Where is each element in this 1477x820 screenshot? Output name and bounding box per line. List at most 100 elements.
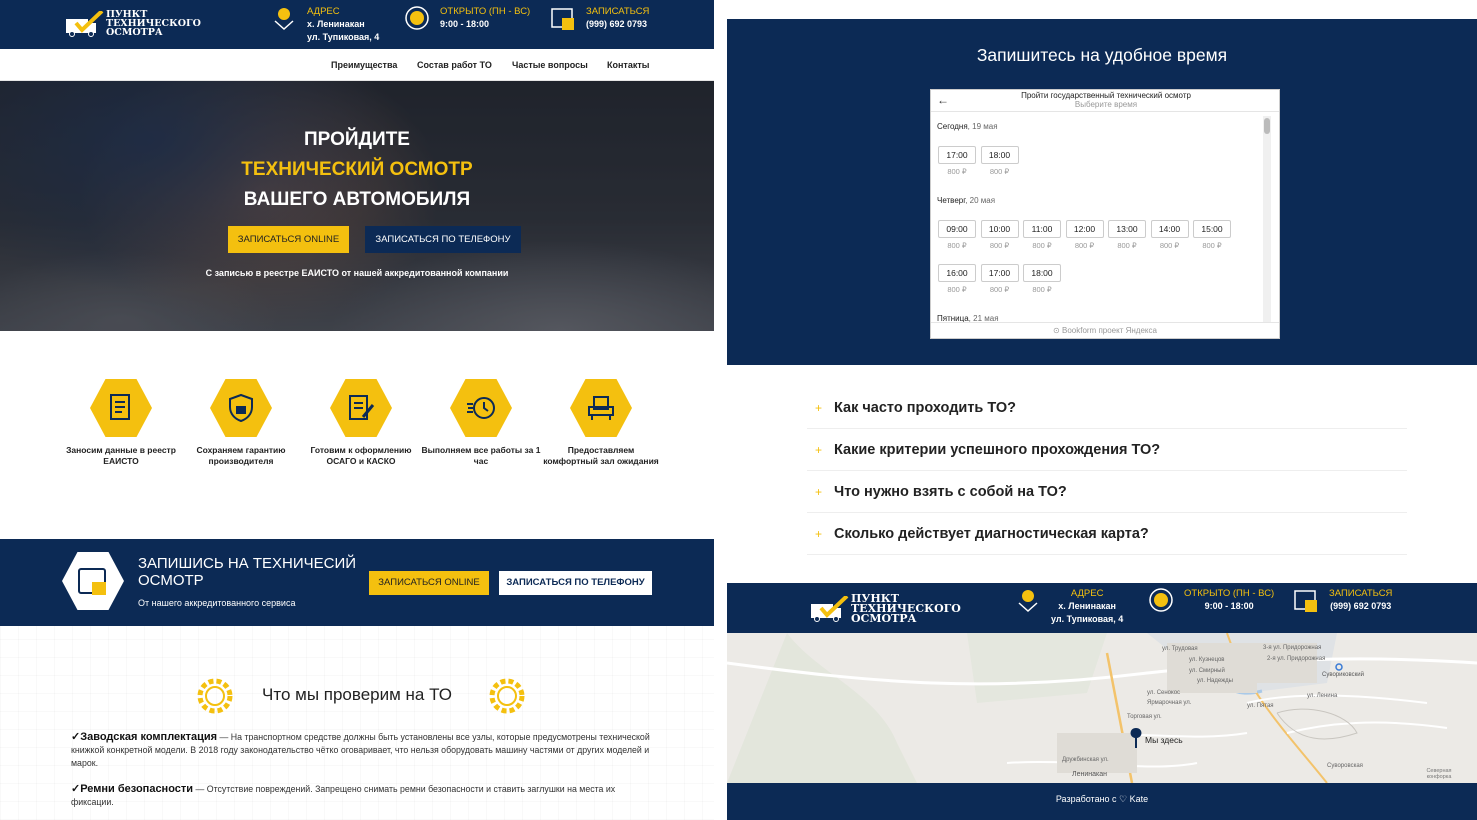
day-heading: Четверг, 20 мая bbox=[937, 196, 996, 205]
main-nav: Преимущества Состав работ ТО Частые вопр… bbox=[0, 49, 714, 81]
checks-section: Что мы проверим на ТО ✓Заводская комплек… bbox=[0, 626, 714, 820]
booking-block[interactable]: ЗАПИСАТЬСЯ (999) 692 0793 bbox=[550, 5, 649, 31]
calendar-icon bbox=[78, 568, 106, 595]
time-slot-time[interactable]: 15:00 bbox=[1193, 220, 1231, 238]
time-slot[interactable]: 09:00 800 ₽ bbox=[938, 220, 976, 250]
time-slot[interactable]: 17:00 800 ₽ bbox=[980, 264, 1019, 294]
truck-check-icon bbox=[811, 596, 849, 622]
cta-banner: Запишись на техничесий осмотр От нашего … bbox=[0, 539, 714, 626]
address-block: АДРЕС х. Ленинакан ул. Тупиковая, 4 bbox=[1015, 587, 1123, 626]
feature-label: Заносим данные в реестр ЕАИСТО bbox=[66, 445, 176, 466]
nav-item-advantages[interactable]: Преимущества bbox=[331, 60, 397, 70]
widget-scrollbar[interactable] bbox=[1263, 116, 1271, 322]
booking-block[interactable]: ЗАПИСАТЬСЯ (999) 692 0793 bbox=[1293, 587, 1392, 613]
faq-item[interactable]: + Какие критерии успешного прохождения ТО… bbox=[807, 429, 1407, 471]
time-slot[interactable]: 13:00 800 ₽ bbox=[1108, 220, 1146, 250]
address-label: АДРЕС bbox=[307, 6, 340, 17]
time-slot-time[interactable]: 18:00 bbox=[980, 146, 1019, 164]
faq-item[interactable]: + Как часто проходить ТО? bbox=[807, 387, 1407, 429]
time-slot-price: 800 ₽ bbox=[1074, 241, 1095, 250]
time-slot-time[interactable]: 13:00 bbox=[1108, 220, 1146, 238]
time-slot[interactable]: 10:00 800 ₽ bbox=[980, 220, 1019, 250]
time-slot[interactable]: 16:00 800 ₽ bbox=[938, 264, 976, 294]
time-slot-time[interactable]: 12:00 bbox=[1065, 220, 1104, 238]
feature-item: Сохраняем гарантию производителя bbox=[181, 379, 301, 467]
time-slot-price: 800 ₽ bbox=[989, 241, 1010, 250]
hours-value: 9:00 - 18:00 bbox=[440, 19, 490, 29]
time-slot[interactable]: 15:00 800 ₽ bbox=[1193, 220, 1231, 250]
check-item-title: Заводская комплектация bbox=[80, 731, 218, 743]
location-sun-icon bbox=[274, 8, 294, 31]
widget-footer: ⊙ Bookform проект Яндекса bbox=[931, 322, 1279, 338]
plus-icon: + bbox=[815, 485, 823, 499]
footer-credit: Разработано с ♡ Kate bbox=[1055, 794, 1149, 804]
plus-icon: + bbox=[815, 527, 823, 541]
fast-clock-icon bbox=[467, 397, 495, 419]
time-slot-time[interactable]: 10:00 bbox=[980, 220, 1019, 238]
hero-book-online-button[interactable]: Записаться online bbox=[228, 226, 349, 253]
time-slot-time[interactable]: 17:00 bbox=[938, 146, 976, 164]
feature-item: Заносим данные в реестр ЕАИСТО bbox=[61, 379, 181, 467]
hero-section: Пройдите технический осмотр вашего автом… bbox=[0, 81, 714, 331]
time-slot-price: 800 ₽ bbox=[1117, 241, 1137, 250]
cta-book-phone-button[interactable]: Записаться по телефону bbox=[499, 571, 652, 595]
feature-label: Предоставляем комфортный зал ожидания bbox=[543, 445, 659, 466]
cta-book-online-button[interactable]: Записаться online bbox=[369, 571, 489, 595]
time-slot[interactable]: 18:00 800 ₽ bbox=[980, 146, 1019, 176]
time-slot[interactable]: 18:00 800 ₽ bbox=[1023, 264, 1061, 294]
cta-subtitle: От нашего аккредитованного сервиса bbox=[138, 598, 296, 608]
day-heading: Сегодня, 19 мая bbox=[937, 122, 998, 131]
time-slot-price: 800 ₽ bbox=[947, 167, 967, 176]
time-slot[interactable]: 12:00 800 ₽ bbox=[1065, 220, 1104, 250]
brand-logo[interactable]: Пункт технического осмотра bbox=[64, 10, 201, 37]
plus-icon: + bbox=[815, 401, 823, 415]
booking-title: Запишитесь на удобное время bbox=[976, 45, 1228, 65]
map-marker-label: Мы здесь bbox=[1145, 735, 1183, 745]
time-slot-price: 800 ₽ bbox=[989, 285, 1010, 294]
feature-item: Готовим к оформлению ОСАГО и КАСКО bbox=[301, 379, 421, 467]
faq-item[interactable]: + Что нужно взять с собой на ТО? bbox=[807, 471, 1407, 513]
time-slot[interactable]: 17:00 800 ₽ bbox=[938, 146, 976, 176]
booking-section: Запишитесь на удобное время ← Пройти гос… bbox=[727, 19, 1477, 365]
time-slot[interactable]: 11:00 800 ₽ bbox=[1023, 220, 1061, 250]
gear-wrench-icon bbox=[489, 678, 525, 714]
location-map[interactable]: Мы здесь Торговая ул. Ярмарочная ул. Дру… bbox=[727, 633, 1477, 783]
time-slot-price: 800 ₽ bbox=[1032, 241, 1052, 250]
nav-item-faq[interactable]: Частые вопросы bbox=[512, 60, 588, 70]
hero-book-phone-button[interactable]: Записаться по телефону bbox=[365, 226, 521, 253]
time-slot-time[interactable]: 17:00 bbox=[980, 264, 1019, 282]
faq-item[interactable]: + Сколько действует диагностическая карта… bbox=[807, 513, 1407, 555]
contract-pen-icon bbox=[349, 395, 375, 420]
time-slot-time[interactable]: 11:00 bbox=[1023, 220, 1061, 238]
sun-clock-icon bbox=[405, 6, 429, 30]
feature-item: Предоставляем комфортный зал ожидания bbox=[541, 379, 661, 467]
brand-logo[interactable]: Пункт технического осмотра bbox=[809, 593, 961, 624]
phone-number[interactable]: (999) 692 0793 bbox=[586, 18, 649, 31]
landing-right-column: Запишитесь на удобное время ← Пройти гос… bbox=[727, 0, 1477, 820]
checks-title: Что мы проверим на ТО bbox=[262, 685, 452, 704]
nav-item-works[interactable]: Состав работ ТО bbox=[417, 60, 492, 70]
column-gap bbox=[714, 0, 727, 820]
top-header-bar: Пункт технического осмотра АДРЕС х. Лени… bbox=[0, 0, 714, 49]
time-slot-time[interactable]: 09:00 bbox=[938, 220, 976, 238]
nav-item-contacts[interactable]: Контакты bbox=[607, 60, 649, 70]
time-slot-time[interactable]: 18:00 bbox=[1023, 264, 1061, 282]
time-slot[interactable]: 14:00 800 ₽ bbox=[1150, 220, 1189, 250]
booking-widget: ← Пройти государственный технический осм… bbox=[930, 89, 1280, 339]
hero-title-line2: технический осмотр bbox=[241, 159, 473, 180]
calendar-icon bbox=[1294, 590, 1317, 612]
plus-icon: + bbox=[815, 443, 823, 457]
time-slot-price: 800 ₽ bbox=[947, 241, 967, 250]
truck-check-icon bbox=[66, 10, 104, 37]
time-slot-price: 800 ₽ bbox=[1032, 285, 1052, 294]
contacts-bar: Пункт технического осмотра АДРЕС х. Лени… bbox=[727, 583, 1477, 633]
time-slot-time[interactable]: 16:00 bbox=[938, 264, 976, 282]
hero-subtitle: С записью в реестре ЕАИСТО от нашей аккр… bbox=[205, 268, 509, 278]
time-slot-price: 800 ₽ bbox=[1159, 241, 1180, 250]
widget-subtitle: Выберите время bbox=[1074, 100, 1138, 109]
sun-clock-icon bbox=[1149, 588, 1173, 612]
calendar-icon bbox=[551, 8, 574, 30]
time-slot-time[interactable]: 14:00 bbox=[1150, 220, 1189, 238]
cta-title: Запишись на техничесий осмотр bbox=[138, 555, 357, 589]
widget-title: Пройти государственный технический осмот… bbox=[1021, 91, 1191, 100]
